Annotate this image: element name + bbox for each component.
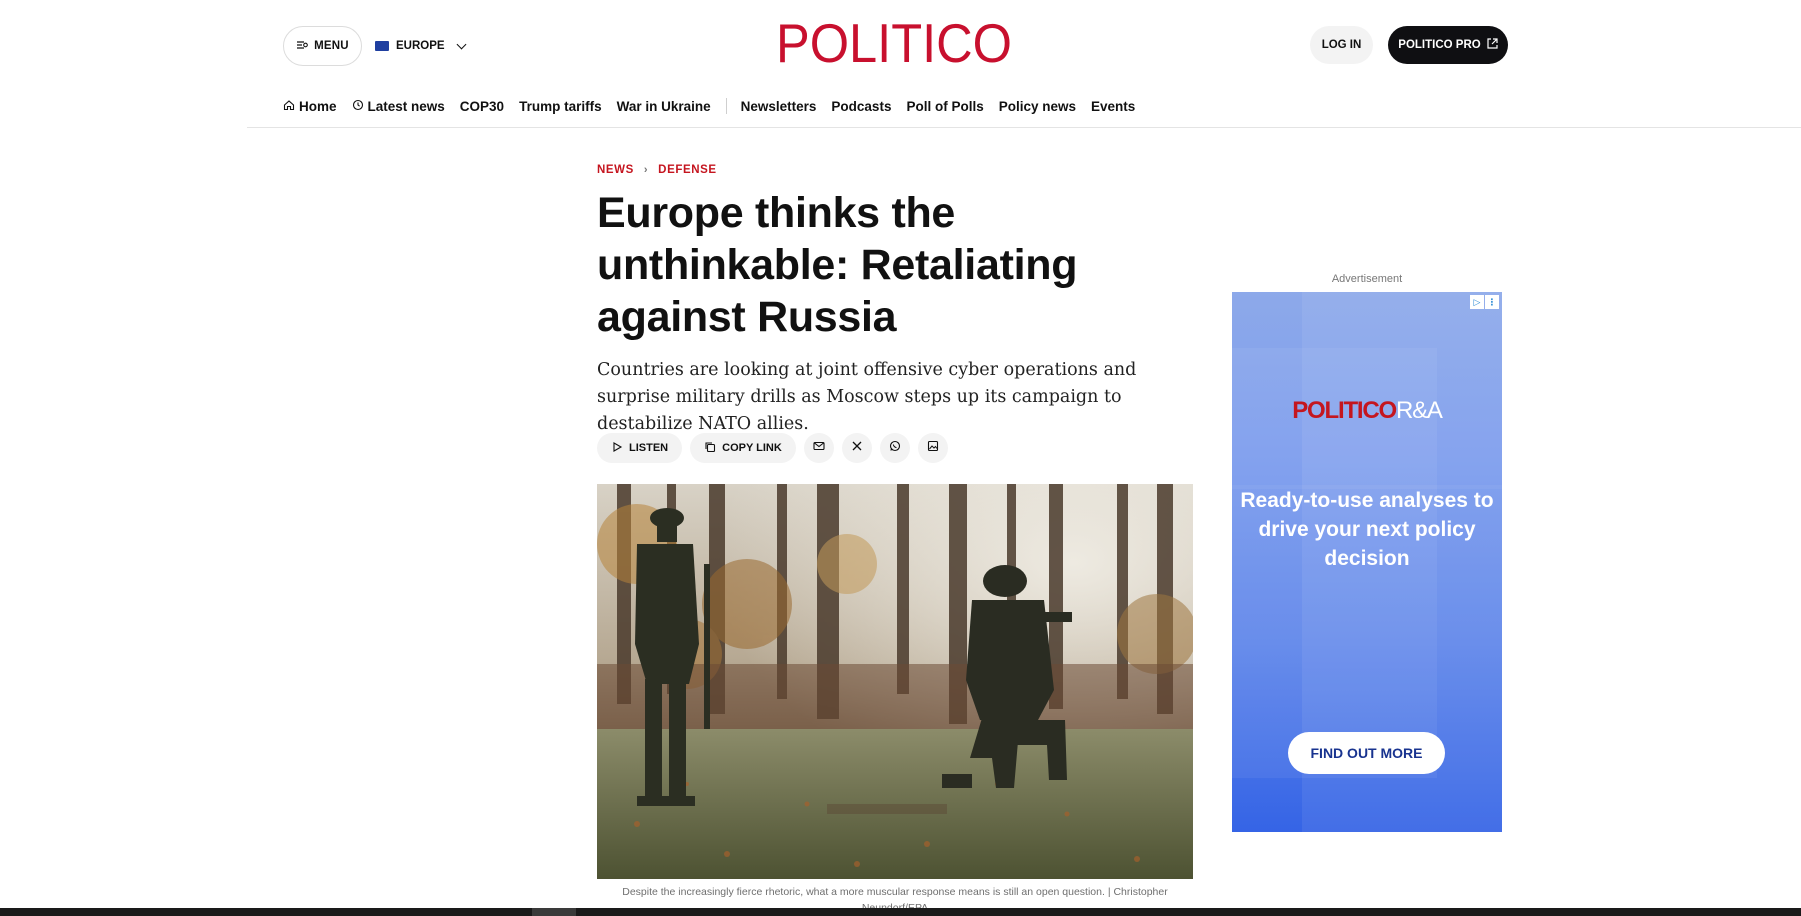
region-selector[interactable]: EUROPE xyxy=(375,26,467,66)
login-button[interactable]: LOG IN xyxy=(1310,26,1373,64)
whatsapp-icon xyxy=(889,439,901,457)
scrollbar-thumb[interactable] xyxy=(532,908,576,916)
chevron-down-icon xyxy=(456,39,467,49)
listen-label: LISTEN xyxy=(629,442,669,454)
ad-choices-badge[interactable]: ▷ ⋮ xyxy=(1470,295,1499,309)
ad-brand-name: POLITICO xyxy=(1292,397,1397,424)
listen-button[interactable]: LISTEN xyxy=(597,433,683,463)
nav-item-poll-of-polls[interactable]: Poll of Polls xyxy=(906,99,983,114)
nav-divider-line xyxy=(247,127,1801,128)
x-icon xyxy=(851,439,863,457)
horizontal-scrollbar[interactable] xyxy=(0,908,1801,916)
breadcrumb-news[interactable]: NEWS xyxy=(597,164,634,176)
region-label: EUROPE xyxy=(396,40,445,52)
play-icon xyxy=(611,441,623,456)
more-options-icon: ⋮ xyxy=(1485,295,1499,309)
nav-item-trump-tariffs[interactable]: Trump tariffs xyxy=(519,99,602,114)
home-icon xyxy=(283,99,295,114)
clock-icon xyxy=(352,99,364,114)
share-image-button[interactable] xyxy=(917,433,948,463)
share-email-button[interactable] xyxy=(803,433,834,463)
politico-pro-button[interactable]: POLITICO PRO xyxy=(1388,26,1508,64)
nav-item-events[interactable]: Events xyxy=(1091,99,1135,114)
nav-label: Home xyxy=(299,98,337,114)
share-x-button[interactable] xyxy=(841,433,872,463)
eu-flag-icon xyxy=(375,41,389,51)
nav-item-home[interactable]: Home xyxy=(283,99,337,114)
nav-item-cop30[interactable]: COP30 xyxy=(460,99,504,114)
nav-label: Latest news xyxy=(367,98,445,114)
email-icon xyxy=(813,439,825,457)
copy-link-button[interactable]: COPY LINK xyxy=(690,433,796,463)
politico-pro-label: POLITICO PRO xyxy=(1398,39,1481,51)
copy-link-label: COPY LINK xyxy=(722,442,782,454)
copy-icon xyxy=(704,441,716,456)
nav-item-policy-news[interactable]: Policy news xyxy=(999,99,1076,114)
svg-text:POLITICO: POLITICO xyxy=(776,14,1012,74)
ad-brand-logo: POLITICOR&A xyxy=(1232,397,1502,425)
ad-brand-suffix: R&A xyxy=(1395,397,1443,424)
advertisement-banner[interactable]: ▷ ⋮ POLITICOR&A Ready-to-use analyses to… xyxy=(1232,292,1502,832)
politico-logo-wordmark: POLITICO xyxy=(776,14,1012,74)
article-headline: Europe thinks the unthinkable: Retaliati… xyxy=(597,189,1078,341)
menu-label: MENU xyxy=(314,40,349,52)
nav-item-latest-news[interactable]: Latest news xyxy=(352,99,445,114)
breadcrumb-defense[interactable]: DEFENSE xyxy=(658,164,717,176)
external-link-icon xyxy=(1487,38,1498,52)
nav-item-podcasts[interactable]: Podcasts xyxy=(831,99,891,114)
article-dek: Countries are looking at joint offensive… xyxy=(597,360,1137,434)
ad-headline: Ready-to-use analyses to drive your next… xyxy=(1240,489,1494,570)
nav-item-newsletters[interactable]: Newsletters xyxy=(741,99,817,114)
share-whatsapp-button[interactable] xyxy=(879,433,910,463)
find-out-more-button[interactable]: FIND OUT MORE xyxy=(1288,732,1445,774)
nav-divider xyxy=(725,98,727,114)
adchoices-icon: ▷ xyxy=(1470,295,1484,309)
article-actions: LISTEN COPY LINK xyxy=(597,433,948,463)
menu-button[interactable]: MENU xyxy=(283,26,362,66)
breadcrumb: NEWS › DEFENSE xyxy=(597,164,717,176)
main-nav: Home Latest news COP30 Trump tariffs War… xyxy=(283,96,1150,116)
nav-item-war-in-ukraine[interactable]: War in Ukraine xyxy=(617,99,711,114)
advertisement-label: Advertisement xyxy=(1331,273,1403,285)
chevron-right-icon: › xyxy=(643,164,649,176)
menu-icon xyxy=(296,40,309,53)
article-hero-image xyxy=(597,484,1193,879)
image-icon xyxy=(927,439,939,457)
politico-logo[interactable]: POLITICO xyxy=(774,14,1014,76)
soldiers-photo xyxy=(597,484,1193,879)
